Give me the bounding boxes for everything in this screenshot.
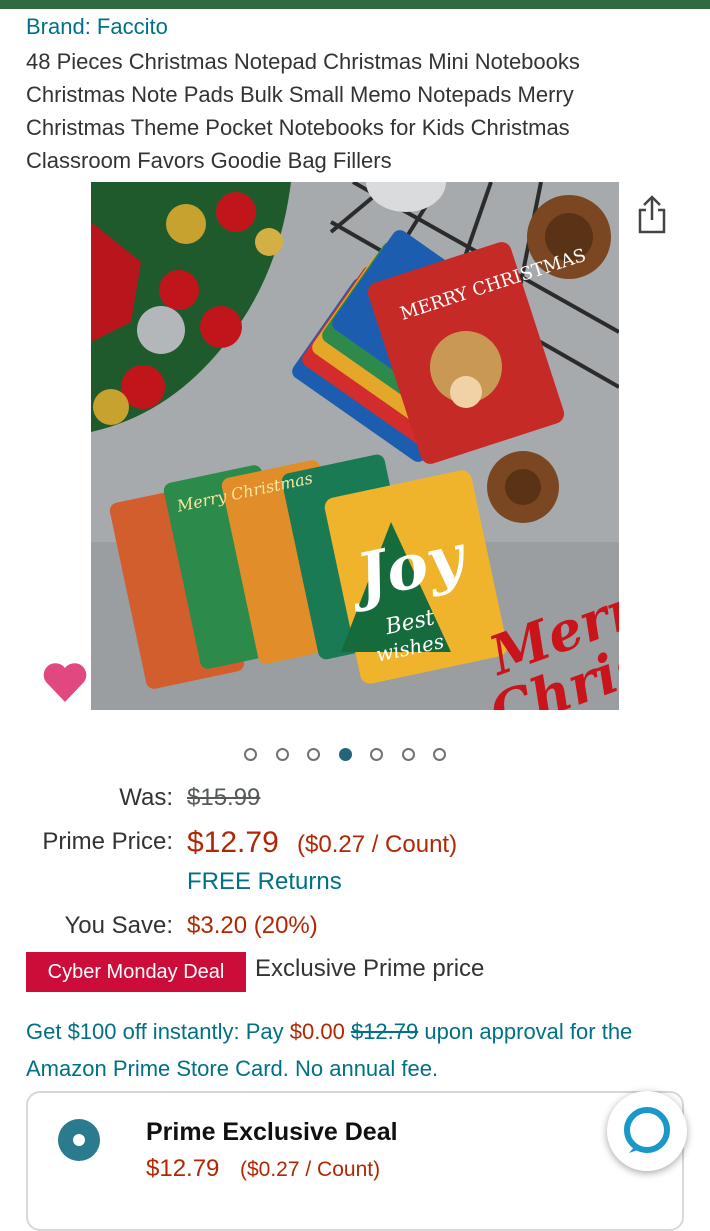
- you-save-value: $3.20 (20%): [187, 912, 318, 939]
- carousel-dot[interactable]: [433, 748, 446, 761]
- deal-badge: Cyber Monday Deal: [26, 952, 246, 992]
- product-title: 48 Pieces Christmas Notepad Christmas Mi…: [26, 49, 580, 173]
- image-carousel-dots[interactable]: [244, 748, 465, 761]
- deal-card-title: Prime Exclusive Deal: [146, 1118, 398, 1146]
- chat-icon: [624, 1107, 670, 1153]
- deal-card-unit-price: ($0.27 / Count): [240, 1158, 381, 1181]
- prime-store-card-promo[interactable]: Get $100 off instantly: Pay $0.00 $12.79…: [26, 1013, 686, 1087]
- chat-button[interactable]: [607, 1091, 687, 1171]
- prime-price-label: Prime Price:: [42, 828, 173, 855]
- promo-pay-value: $0.00: [289, 1019, 345, 1044]
- you-save-label: You Save:: [64, 912, 173, 939]
- deal-radio-button[interactable]: [58, 1119, 100, 1161]
- brand-link[interactable]: Brand: Faccito: [26, 14, 168, 40]
- carousel-dot[interactable]: [370, 748, 383, 761]
- carousel-dot[interactable]: [338, 748, 352, 761]
- top-bar: [0, 0, 710, 9]
- carousel-dot[interactable]: [307, 748, 320, 761]
- exclusive-prime-price-text: Exclusive Prime price: [255, 955, 485, 982]
- carousel-dot[interactable]: [275, 748, 289, 761]
- deal-card-price: $12.79: [146, 1155, 220, 1182]
- carousel-dot[interactable]: [244, 748, 257, 761]
- was-label: Was:: [119, 784, 173, 811]
- price-per-count: ($0.27 / Count): [297, 831, 458, 858]
- was-price: $15.99: [187, 784, 261, 811]
- carousel-dot[interactable]: [401, 748, 415, 761]
- share-icon[interactable]: [636, 194, 668, 234]
- promo-strike-value: $12.79: [350, 1019, 419, 1044]
- prime-price: $12.79: [187, 826, 279, 859]
- heart-icon[interactable]: [42, 662, 88, 704]
- product-image[interactable]: MERRY CHRISTMAS Merry Christmas Joy Best…: [91, 182, 619, 710]
- free-returns-link[interactable]: FREE Returns: [187, 868, 342, 896]
- promo-text-1: Get $100 off instantly: Pay: [26, 1019, 290, 1044]
